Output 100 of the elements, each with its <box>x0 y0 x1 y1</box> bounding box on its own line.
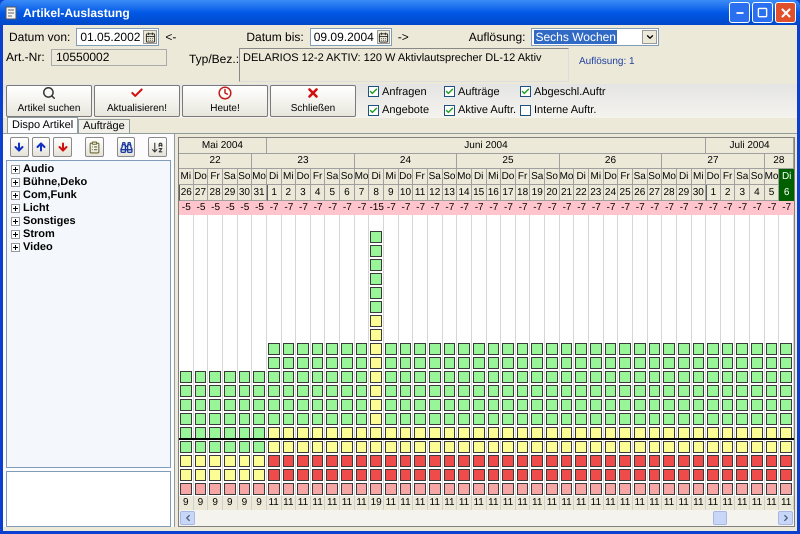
calendar-icon <box>144 32 156 42</box>
balance-value: -7 <box>678 201 690 215</box>
tool-button[interactable] <box>148 137 168 157</box>
tool-button[interactable] <box>53 137 72 157</box>
checkbox[interactable] <box>444 86 455 98</box>
scroll-left-button[interactable] <box>180 511 195 525</box>
checkmark-icon <box>129 86 145 100</box>
scrollbar-thumb[interactable] <box>713 511 727 525</box>
balance-value: -7 <box>327 201 338 215</box>
date-label: 30 <box>692 185 706 201</box>
toolbar-button[interactable]: Schließen <box>270 85 356 117</box>
weekday-label: Sa <box>222 169 238 185</box>
checkbox[interactable] <box>520 104 531 116</box>
balance-value: -7 <box>518 201 529 215</box>
resolution-dropdown[interactable]: Sechs Wochen <box>531 28 660 46</box>
balance-value: -7 <box>430 201 441 215</box>
expand-icon[interactable] <box>11 230 20 239</box>
expand-icon[interactable] <box>11 165 20 174</box>
date-label: 9 <box>384 185 399 201</box>
date-label: 16 <box>486 185 502 201</box>
weekday-label: Mo <box>764 169 780 185</box>
maximize-button[interactable] <box>752 2 773 23</box>
week-header: 23 <box>252 154 355 169</box>
close-button[interactable] <box>775 2 796 23</box>
balance-value: -7 <box>546 201 558 215</box>
date-label: 18 <box>516 185 530 201</box>
calendar-button[interactable] <box>143 30 158 44</box>
month-header: Mai 2004 <box>179 138 267 154</box>
balance-value: -7 <box>268 201 280 215</box>
week-header: 22 <box>179 154 252 169</box>
dropdown-button[interactable] <box>642 30 658 44</box>
date-label: 28 <box>208 185 223 201</box>
balance-value: -5 <box>254 201 265 215</box>
calendar-icon <box>378 32 389 42</box>
date-label: 29 <box>676 185 692 201</box>
expand-icon[interactable] <box>11 217 20 226</box>
balance-value: -7 <box>634 201 646 215</box>
tool-button[interactable] <box>116 137 136 157</box>
scroll-right-button[interactable] <box>778 511 793 525</box>
field-label: Typ/Bez.: <box>189 51 239 68</box>
week-header: 28 <box>764 154 794 169</box>
balance-value: -7 <box>649 201 660 215</box>
week-header: 26 <box>560 154 662 169</box>
weekday-label: Fr <box>618 169 633 185</box>
date-label: 27 <box>194 185 208 201</box>
balance-value: -7 <box>781 201 792 215</box>
balance-value: -7 <box>620 201 632 215</box>
balance-value: -7 <box>474 201 485 215</box>
weekday-label: Sa <box>325 169 340 185</box>
checkbox[interactable] <box>368 104 379 116</box>
horizontal-scrollbar[interactable] <box>179 510 794 526</box>
expand-icon[interactable] <box>11 204 20 213</box>
date-label: 19 <box>530 185 546 201</box>
date-label: 12 <box>428 185 443 201</box>
weekday-label: So <box>340 169 355 185</box>
expand-icon[interactable] <box>11 178 20 187</box>
checkbox[interactable] <box>368 86 379 98</box>
expand-icon[interactable] <box>11 243 20 252</box>
minimize-button[interactable] <box>729 2 750 23</box>
article-number-field[interactable]: 10550002 <box>51 49 167 66</box>
balance-value: -7 <box>722 201 734 215</box>
weekday-label: Do <box>706 169 721 185</box>
expand-icon[interactable] <box>11 191 20 200</box>
date-label: 11 <box>413 185 428 201</box>
checkbox-label: Abgeschl.Auftr <box>534 84 606 100</box>
toolbar-button[interactable]: Aktualisieren! <box>94 85 180 117</box>
toolbar-button[interactable]: Heute! <box>182 85 268 117</box>
weekday-label: Do <box>604 169 618 185</box>
weekday-label: Mo <box>457 169 472 185</box>
description-field[interactable]: DELARIOS 12-2 AKTIV: 120 W Aktivlautsprecher DL-12 Aktiv <box>239 48 569 82</box>
tab[interactable]: Aufträge <box>78 119 130 133</box>
weekday-label: Sa <box>735 169 750 185</box>
weekday-label: Do <box>501 169 516 185</box>
weekday-label: Mi <box>486 169 502 185</box>
tool-button[interactable] <box>85 137 104 157</box>
date-field[interactable]: 09.09.2004 <box>310 28 392 46</box>
tab[interactable]: Dispo Artikel <box>7 117 78 133</box>
weekday-label: Di <box>574 169 589 185</box>
checkbox[interactable] <box>444 104 455 116</box>
date-label: 4 <box>310 185 326 201</box>
weekday-label: So <box>648 169 662 185</box>
date-label: 5 <box>764 185 780 201</box>
date-field[interactable]: 01.05.2002 <box>76 28 160 46</box>
tool-button[interactable] <box>32 137 50 157</box>
date-label: 26 <box>179 185 194 201</box>
weekday-label: Fr <box>413 169 428 185</box>
balance-value: -5 <box>224 201 236 215</box>
balance-value: -7 <box>606 201 616 215</box>
date-label: 1 <box>706 185 721 201</box>
sort-icon <box>151 140 164 154</box>
tool-button[interactable] <box>10 137 29 157</box>
date-label: 28 <box>662 185 677 201</box>
weekday-label: Fr <box>516 169 530 185</box>
toolbar-button[interactable]: Artikel suchen <box>6 85 92 117</box>
checkbox[interactable] <box>520 86 531 98</box>
checkbox-label: Interne Auftr. <box>534 103 596 118</box>
balance-value: -7 <box>708 201 719 215</box>
weekday-label: Fr <box>208 169 223 185</box>
clipboard-icon <box>88 140 101 154</box>
calendar-button[interactable] <box>376 30 390 44</box>
